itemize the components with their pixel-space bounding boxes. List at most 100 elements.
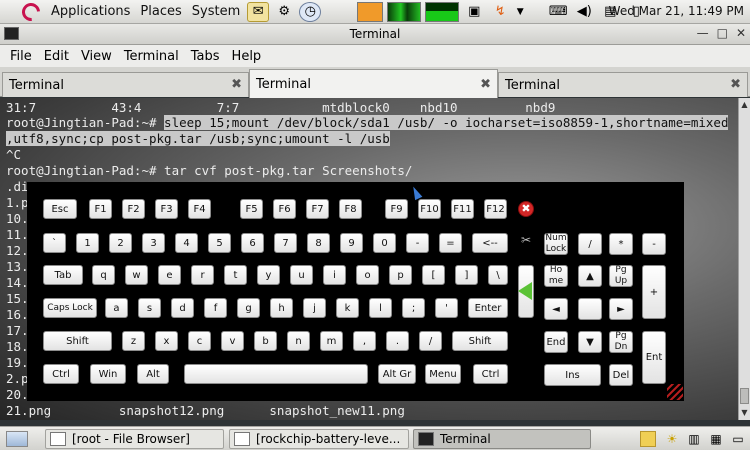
key-home[interactable]: Ho me — [544, 265, 568, 287]
key-esc[interactable]: Esc — [43, 199, 77, 219]
color-picker-icon[interactable]: ↯ — [489, 2, 511, 22]
keyboard-close-icon[interactable]: ✖ — [518, 201, 534, 217]
key-f10[interactable]: F10 — [418, 199, 441, 219]
key-3[interactable]: 3 — [142, 233, 165, 253]
menu-tabs[interactable]: Tabs — [185, 49, 226, 64]
places-menu[interactable]: Places — [135, 4, 186, 19]
scroll-up-icon[interactable]: ▲ — [739, 98, 750, 112]
window-titlebar[interactable]: Terminal — □ ✕ — [0, 24, 750, 45]
key-menu[interactable]: Menu — [425, 364, 461, 384]
keyboard-icon[interactable]: ⌨ — [547, 2, 569, 22]
task-terminal[interactable]: Terminal — [413, 429, 591, 449]
keyboard-resize-grip[interactable] — [667, 384, 683, 400]
key-c[interactable]: c — [188, 331, 211, 351]
key-5[interactable]: 5 — [208, 233, 231, 253]
key-numpad-minus[interactable]: - — [642, 233, 666, 255]
menu-file[interactable]: File — [4, 49, 38, 64]
key-equals[interactable]: = — [439, 233, 462, 253]
task-file-browser[interactable]: [root - File Browser] — [45, 429, 224, 449]
key-space[interactable] — [184, 364, 368, 384]
menu-edit[interactable]: Edit — [38, 49, 75, 64]
key-ctrl-right[interactable]: Ctrl — [473, 364, 508, 384]
key-f3[interactable]: F3 — [155, 199, 178, 219]
key-caps-lock[interactable]: Caps Lock — [43, 298, 97, 318]
key-o[interactable]: o — [356, 265, 379, 285]
key-alt-gr[interactable]: Alt Gr — [378, 364, 416, 384]
key-z[interactable]: z — [122, 331, 145, 351]
key-shift-right[interactable]: Shift — [452, 331, 508, 351]
key-f11[interactable]: F11 — [451, 199, 474, 219]
key-4[interactable]: 4 — [175, 233, 198, 253]
key-delete[interactable]: Del — [609, 364, 633, 386]
key-arrow-down[interactable]: ▼ — [578, 331, 602, 353]
time-icon[interactable]: ◷ — [299, 1, 322, 22]
folder-tray-icon[interactable] — [640, 431, 656, 447]
key-backtick[interactable]: ` — [43, 233, 66, 253]
key-f8[interactable]: F8 — [339, 199, 362, 219]
tab-terminal-1[interactable]: Terminal ✖ — [2, 72, 249, 97]
key-0[interactable]: 0 — [373, 233, 396, 253]
key-backspace[interactable]: <-- — [472, 233, 508, 253]
key-slash[interactable]: / — [419, 331, 442, 351]
trash-icon[interactable]: ▦ — [708, 431, 724, 447]
key-quote[interactable]: ' — [435, 298, 458, 318]
key-h[interactable]: h — [270, 298, 293, 318]
key-7[interactable]: 7 — [274, 233, 297, 253]
key-f4[interactable]: F4 — [188, 199, 211, 219]
key-right-bracket[interactable]: ] — [455, 265, 478, 285]
scrollbar-thumb[interactable] — [740, 388, 749, 404]
key-u[interactable]: u — [290, 265, 313, 285]
tab-terminal-2[interactable]: Terminal ✖ — [249, 69, 498, 98]
close-icon[interactable]: ✕ — [736, 26, 746, 40]
key-b[interactable]: b — [254, 331, 277, 351]
maximize-icon[interactable]: □ — [717, 26, 728, 40]
key-p[interactable]: p — [389, 265, 412, 285]
key-numpad-enter[interactable]: Ent — [642, 331, 666, 384]
key-left-bracket[interactable]: [ — [422, 265, 445, 285]
applications-menu[interactable]: Applications — [46, 4, 135, 19]
menu-terminal[interactable]: Terminal — [118, 49, 185, 64]
key-numpad-5[interactable] — [578, 298, 602, 320]
key-page-up[interactable]: Pg Up — [609, 265, 633, 287]
minimize-icon[interactable]: — — [697, 26, 709, 40]
key-alt[interactable]: Alt — [137, 364, 169, 384]
clock[interactable]: Wed Mar 21, 11:49 PM — [609, 4, 744, 18]
key-end[interactable]: End — [544, 331, 568, 353]
key-g[interactable]: g — [237, 298, 260, 318]
key-q[interactable]: q — [92, 265, 115, 285]
network-tools-icon[interactable]: ⚙ — [273, 2, 295, 22]
key-x[interactable]: x — [155, 331, 178, 351]
key-i[interactable]: i — [323, 265, 346, 285]
key-win[interactable]: Win — [90, 364, 126, 384]
key-insert[interactable]: Ins — [544, 364, 601, 386]
volume-icon[interactable]: ◀) — [573, 2, 595, 22]
key-r[interactable]: r — [191, 265, 214, 285]
key-9[interactable]: 9 — [340, 233, 363, 253]
key-comma[interactable]: , — [353, 331, 376, 351]
scroll-down-icon[interactable]: ▼ — [739, 406, 750, 420]
system-menu[interactable]: System — [187, 4, 245, 19]
task-battery[interactable]: [rockchip-battery-leve... — [229, 429, 409, 449]
key-f2[interactable]: F2 — [122, 199, 145, 219]
key-numpad-multiply[interactable]: * — [609, 233, 633, 255]
key-k[interactable]: k — [336, 298, 359, 318]
key-f6[interactable]: F6 — [273, 199, 296, 219]
key-6[interactable]: 6 — [241, 233, 264, 253]
key-l[interactable]: l — [369, 298, 392, 318]
key-f5[interactable]: F5 — [240, 199, 263, 219]
key-f12[interactable]: F12 — [484, 199, 507, 219]
key-1[interactable]: 1 — [76, 233, 99, 253]
key-semicolon[interactable]: ; — [402, 298, 425, 318]
key-s[interactable]: s — [138, 298, 161, 318]
tab-close-icon[interactable]: ✖ — [480, 77, 491, 92]
brightness-icon[interactable]: ☀ — [664, 431, 680, 447]
tab-terminal-3[interactable]: Terminal ✖ — [498, 72, 748, 97]
show-desktop-icon[interactable] — [6, 431, 28, 447]
key-arrow-up[interactable]: ▲ — [578, 265, 602, 287]
fish-applet-icon[interactable] — [357, 1, 384, 22]
key-y[interactable]: y — [257, 265, 280, 285]
key-shift-left[interactable]: Shift — [43, 331, 112, 351]
key-v[interactable]: v — [221, 331, 244, 351]
key-num-lock[interactable]: Num Lock — [544, 233, 568, 255]
menu-help[interactable]: Help — [226, 49, 268, 64]
